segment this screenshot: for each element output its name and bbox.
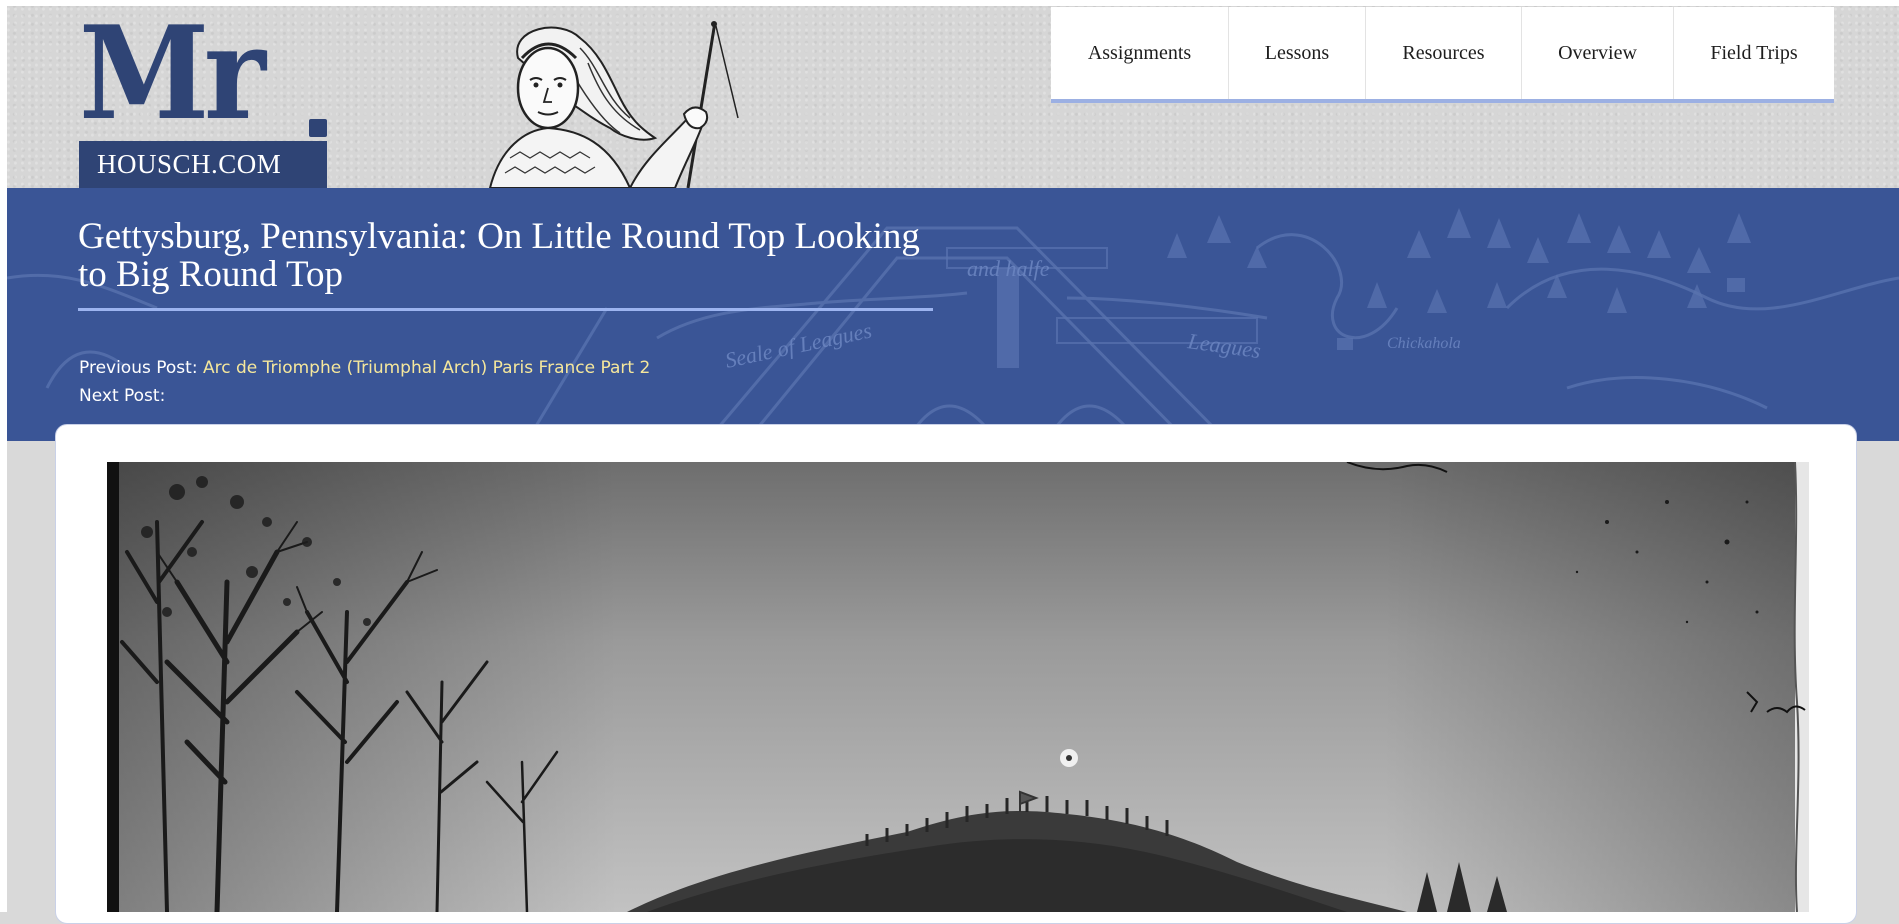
nav-overview[interactable]: Overview: [1522, 7, 1674, 99]
post-header-banner: and halfe Seale of Leagues Leagues Chick…: [7, 188, 1899, 441]
post-photograph: [107, 462, 1809, 912]
next-post-label: Next Post:: [79, 386, 166, 406]
title-underline: [78, 308, 933, 311]
site-logo[interactable]: Mr HOUSCH.COM: [79, 10, 329, 188]
previous-post-link[interactable]: Arc de Triomphe (Triumphal Arch) Paris F…: [203, 358, 650, 378]
page-frame-left: [0, 0, 7, 912]
logo-period: [309, 119, 327, 137]
logo-mr-text: Mr: [79, 0, 266, 149]
page-frame-top: [0, 0, 1899, 6]
nav-resources[interactable]: Resources: [1366, 7, 1522, 99]
post-title: Gettysburg, Pennsylvania: On Little Roun…: [78, 216, 920, 295]
map-label-leagues: Leagues: [1185, 328, 1262, 363]
nav-assignments[interactable]: Assignments: [1051, 7, 1229, 99]
next-post-row: Next Post:: [79, 382, 650, 410]
previous-post-row: Previous Post: Arc de Triomphe (Triumpha…: [79, 354, 650, 382]
nav-field-trips[interactable]: Field Trips: [1674, 7, 1834, 99]
map-label-scale: Seale of Leagues: [723, 317, 874, 372]
previous-post-label: Previous Post:: [79, 358, 198, 378]
header-figure-illustration: [488, 21, 739, 188]
logo-domain: HOUSCH.COM: [79, 141, 327, 188]
main-navigation: Assignments Lessons Resources Overview F…: [1051, 7, 1834, 103]
map-label-chickahola: Chickahola: [1387, 335, 1461, 352]
map-label-and-halfe: and halfe: [967, 256, 1050, 281]
nav-lessons[interactable]: Lessons: [1229, 7, 1366, 99]
post-navigation: Previous Post: Arc de Triomphe (Triumpha…: [79, 354, 650, 410]
